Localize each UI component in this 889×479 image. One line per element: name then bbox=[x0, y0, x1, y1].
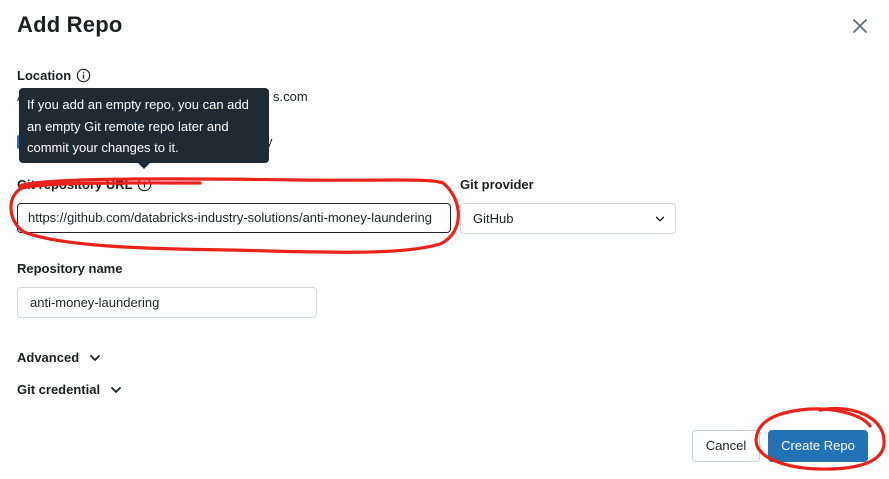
location-value-suffix: s.com bbox=[273, 89, 308, 104]
git-provider-value: GitHub bbox=[473, 211, 514, 226]
git-url-input[interactable]: https://github.com/databricks-industry-s… bbox=[17, 203, 451, 233]
location-label-row: Location bbox=[17, 68, 91, 83]
chevron-down-icon bbox=[655, 216, 665, 222]
create-repo-button[interactable]: Create Repo bbox=[768, 430, 868, 462]
tooltip-arrow bbox=[137, 162, 151, 169]
git-url-label-row: Git repository URL bbox=[17, 177, 152, 192]
advanced-expander[interactable]: Advanced bbox=[17, 350, 101, 365]
repo-name-label: Repository name bbox=[17, 261, 123, 276]
tooltip: If you add an empty repo, you can add an… bbox=[19, 88, 269, 163]
git-credential-label: Git credential bbox=[17, 382, 101, 397]
dialog-title: Add Repo bbox=[17, 12, 123, 37]
repo-name-input[interactable]: anti-money-laundering bbox=[17, 287, 317, 318]
location-label: Location bbox=[17, 68, 72, 83]
chevron-down-icon bbox=[90, 354, 101, 361]
info-icon[interactable] bbox=[137, 177, 152, 192]
git-credential-expander[interactable]: Git credential bbox=[17, 382, 122, 397]
info-icon[interactable] bbox=[76, 68, 91, 83]
annotation-layer bbox=[9, 177, 886, 471]
chevron-down-icon bbox=[111, 386, 121, 393]
cancel-button[interactable]: Cancel bbox=[692, 430, 760, 462]
close-icon[interactable] bbox=[850, 16, 870, 36]
advanced-label: Advanced bbox=[17, 350, 80, 365]
tooltip-line: If you add an empty repo, you can add bbox=[27, 97, 249, 112]
git-provider-select[interactable]: GitHub bbox=[460, 203, 676, 234]
git-url-label: Git repository URL bbox=[17, 177, 133, 192]
tooltip-line: commit your changes to it. bbox=[27, 140, 179, 155]
tooltip-line: an empty Git remote repo later and bbox=[27, 118, 229, 134]
git-provider-label: Git provider bbox=[460, 177, 534, 192]
